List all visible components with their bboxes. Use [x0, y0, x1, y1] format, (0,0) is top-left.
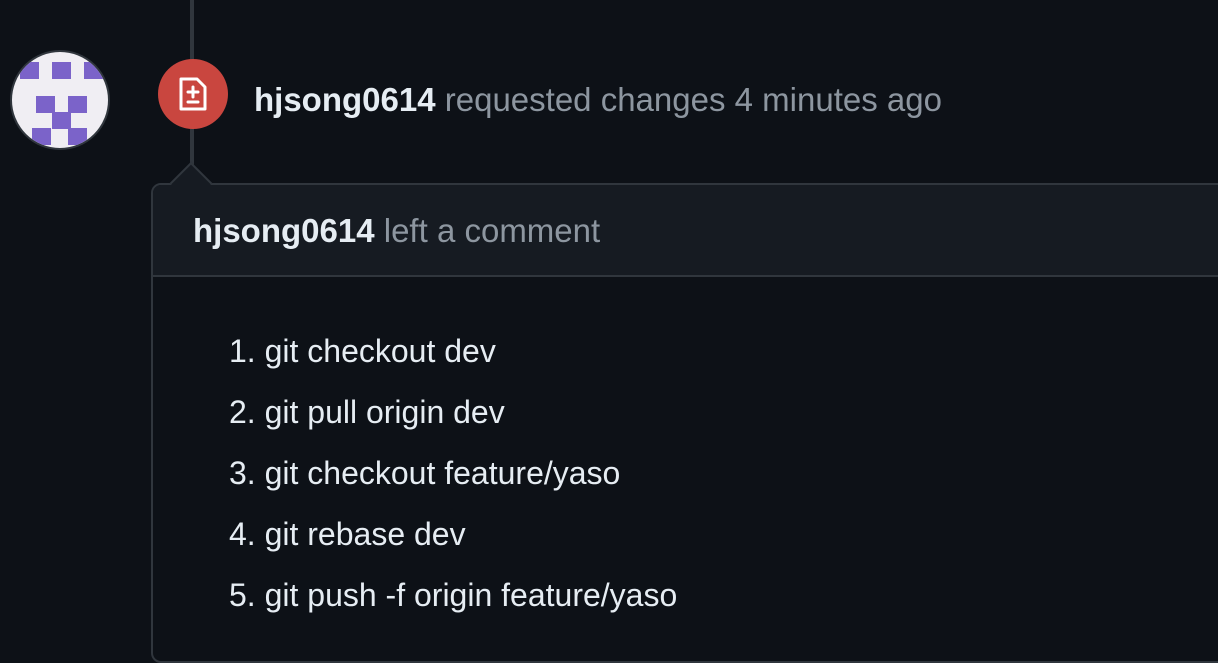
review-event-line: hjsong0614 requested changes 4 minutes a… — [254, 78, 942, 122]
event-timestamp[interactable]: 4 minutes ago — [735, 81, 942, 118]
list-item: 5. git push -f origin feature/yaso — [229, 577, 678, 613]
list-item: 2. git pull origin dev — [229, 394, 505, 430]
list-item: 4. git rebase dev — [229, 516, 466, 552]
list-item: 3. git checkout feature/yaso — [229, 455, 621, 491]
changes-requested-badge — [158, 59, 228, 129]
comment-author-link[interactable]: hjsong0614 — [193, 212, 375, 249]
file-diff-icon — [179, 77, 207, 111]
list-item: 1. git checkout dev — [229, 333, 496, 369]
review-comment-card: hjsong0614 left a comment 1. git checkou… — [151, 183, 1218, 663]
avatar[interactable] — [10, 50, 110, 150]
comment-header-label: left a comment — [383, 212, 601, 249]
event-action: requested changes — [444, 81, 726, 118]
comment-header-text: hjsong0614 left a comment — [193, 209, 600, 253]
event-author-link[interactable]: hjsong0614 — [254, 81, 436, 118]
comment-header: hjsong0614 left a comment — [153, 185, 1218, 277]
comment-steps-list: 1. git checkout dev 2. git pull origin d… — [229, 321, 677, 626]
